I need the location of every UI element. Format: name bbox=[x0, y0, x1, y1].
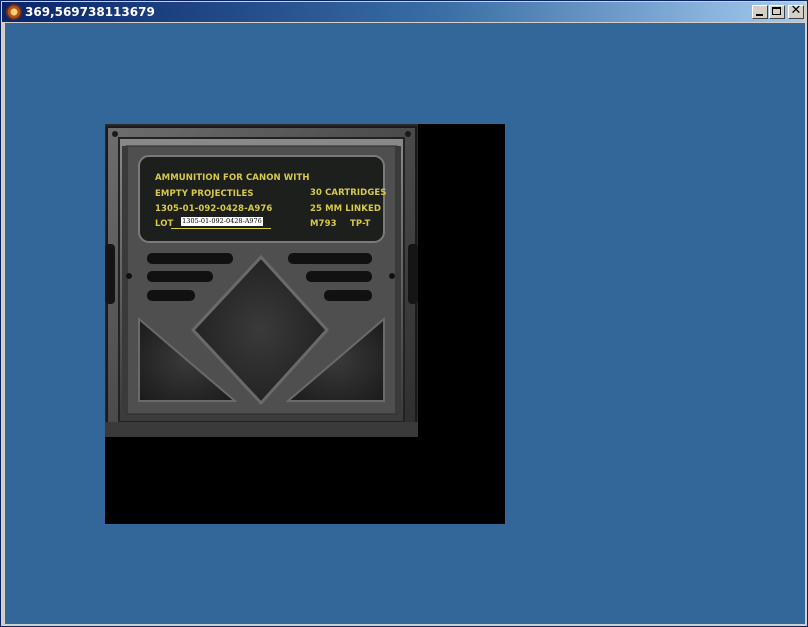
minimize-icon bbox=[756, 14, 763, 16]
window-title: 369,569738113679 bbox=[25, 5, 155, 19]
ammo-crate-texture: AMMUNITION FOR CANON WITH EMPTY PROJECTI… bbox=[105, 124, 418, 437]
label-line-3: 1305-01-092-0428-A976 bbox=[155, 204, 273, 214]
maximize-icon bbox=[772, 7, 781, 15]
lot-underline bbox=[171, 228, 271, 229]
label-line-1: AMMUNITION FOR CANON WITH bbox=[155, 173, 310, 183]
maximize-button[interactable] bbox=[769, 5, 785, 19]
lot-value: 1305-01-092-0428-A976 bbox=[181, 217, 263, 226]
client-area: AMMUNITION FOR CANON WITH EMPTY PROJECTI… bbox=[5, 23, 805, 624]
model-label: M793 bbox=[310, 219, 337, 229]
caliber-label: 25 MM LINKED bbox=[310, 204, 382, 214]
app-icon[interactable] bbox=[6, 4, 22, 20]
close-button[interactable]: ✕ bbox=[788, 3, 804, 19]
application-window: 369,569738113679 ✕ AMMUNITION FOR CANON … bbox=[0, 0, 808, 627]
minimize-button[interactable] bbox=[752, 5, 768, 19]
close-icon: ✕ bbox=[790, 3, 802, 18]
render-viewport: AMMUNITION FOR CANON WITH EMPTY PROJECTI… bbox=[105, 124, 505, 524]
title-bar[interactable]: 369,569738113679 ✕ bbox=[2, 2, 804, 22]
label-line-2: EMPTY PROJECTILES bbox=[155, 189, 254, 199]
type-label: TP-T bbox=[350, 219, 371, 229]
cartridge-count: 30 CARTRIDGES bbox=[310, 188, 387, 198]
ammo-crate-graphic bbox=[105, 124, 418, 437]
